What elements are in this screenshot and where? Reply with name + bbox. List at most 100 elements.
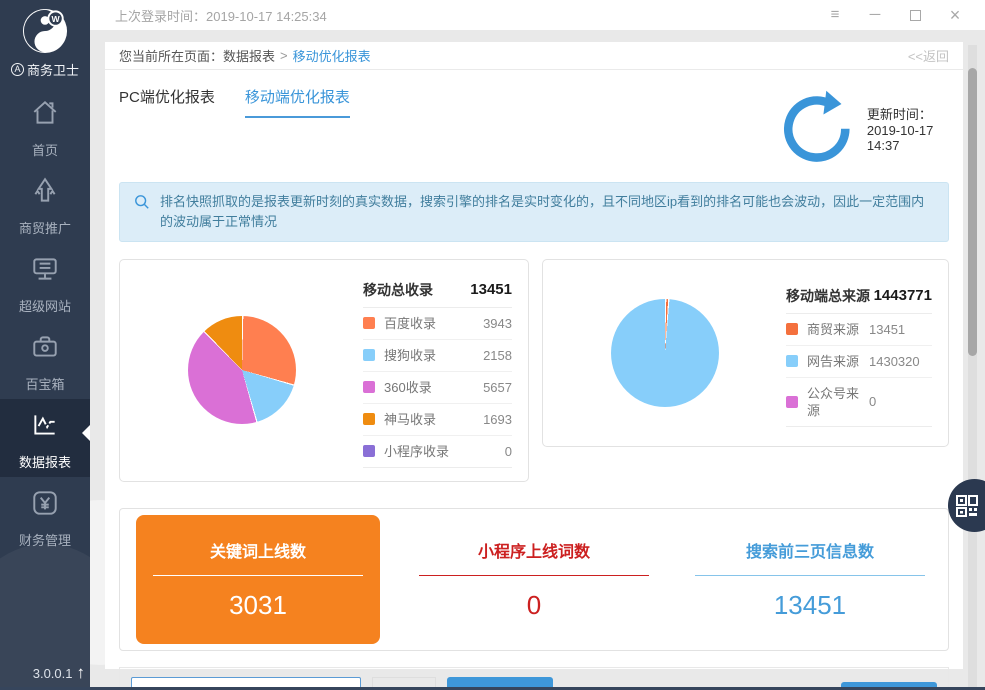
sidebar-item-promotion[interactable]: 商贸推广 — [0, 165, 90, 243]
query-button[interactable]: 查询 — [372, 677, 436, 690]
mobile-index-chart-card: 移动总收录 13451 百度收录3943搜狗收录2158360收录5657神马收… — [119, 259, 529, 482]
legend-swatch — [363, 317, 375, 329]
tabs-row: PC端优化报表 移动端优化报表 更新时间：2019-10-17 14:37 — [119, 86, 949, 172]
legend-value: 0 — [505, 444, 512, 459]
stat-value: 13451 — [774, 590, 846, 621]
legend-item: 神马收录1693 — [363, 404, 512, 436]
tab-pc-report[interactable]: PC端优化报表 — [119, 86, 215, 118]
svg-text:W: W — [51, 14, 60, 24]
sidebar: W A 商务卫士 首页 商贸推广 — [0, 0, 90, 690]
legend-item: 360收录5657 — [363, 372, 512, 404]
legend-value: 1693 — [483, 412, 512, 427]
toolbox-icon — [30, 332, 60, 362]
legend-value: 2158 — [483, 348, 512, 363]
update-time: 更新时间：2019-10-17 14:37 — [867, 104, 949, 153]
monitor-icon — [30, 254, 60, 284]
app-logo: W A 商务卫士 — [0, 0, 90, 79]
back-link[interactable]: <<返回 — [908, 46, 949, 65]
legend-title: 移动总收录 — [363, 280, 433, 300]
refresh-button[interactable]: 更新时间：2019-10-17 14:37 — [774, 86, 949, 172]
legend-swatch — [363, 381, 375, 393]
promotion-arrows-icon — [30, 176, 60, 206]
legend-swatch — [363, 349, 375, 361]
mobile-index-legend: 移动总收录 13451 百度收录3943搜狗收录2158360收录5657神马收… — [363, 273, 512, 468]
logo-icon: W — [22, 8, 68, 54]
chart-line-icon — [30, 410, 60, 440]
legend-total: 1443771 — [874, 287, 932, 304]
legend-label: 神马收录 — [384, 411, 483, 428]
sidebar-item-label: 首页 — [0, 140, 90, 159]
legend-swatch — [786, 355, 798, 367]
legend-label: 网告来源 — [807, 353, 869, 370]
scrollbar-track[interactable] — [968, 45, 977, 687]
legend-label: 小程序收录 — [384, 443, 505, 460]
legend-value: 5657 — [483, 380, 512, 395]
stat-value: 0 — [527, 590, 541, 621]
stat-keywords-online: 关键词上线数 3031 — [120, 509, 396, 650]
stat-divider — [419, 575, 649, 576]
legend-label: 公众号来源 — [807, 385, 869, 419]
last-login-time: 上次登录时间：2019-10-17 14:25:34 — [115, 6, 327, 25]
update-arrow-icon[interactable]: ↑ — [77, 663, 86, 683]
main-area: 上次登录时间：2019-10-17 14:25:34 ≡ ─ × 您当前所在页面… — [90, 0, 985, 687]
stat-label: 搜索前三页信息数 — [746, 538, 874, 562]
search-icon — [134, 194, 150, 210]
mobile-source-pie-chart — [611, 299, 719, 407]
legend-swatch — [363, 413, 375, 425]
sidebar-item-data-reports[interactable]: 数据报表 — [0, 399, 90, 477]
legend-item: 搜狗收录2158 — [363, 340, 512, 372]
legend-total: 13451 — [470, 281, 512, 298]
legend-label: 搜狗收录 — [384, 347, 483, 364]
legend-item: 商贸来源13451 — [786, 314, 932, 346]
sidebar-item-home[interactable]: 首页 — [0, 87, 90, 165]
legend-swatch — [786, 323, 798, 335]
breadcrumb-current[interactable]: 移动优化报表 — [293, 46, 371, 65]
sidebar-item-label: 超级网站 — [0, 296, 90, 315]
brand-badge-icon: A — [11, 63, 24, 76]
view-report-button[interactable]: 查看报表 — [841, 682, 937, 690]
sidebar-item-label: 百宝箱 — [0, 374, 90, 393]
stats-card: 关键词上线数 3031 小程序上线词数 0 搜索前三页信息数 — [119, 508, 949, 651]
keyword-input[interactable] — [131, 677, 361, 690]
stat-divider — [153, 575, 363, 576]
content-panel: 您当前所在页面：数据报表 > 移动优化报表 <<返回 PC端优化报表 移动端优化… — [105, 42, 963, 669]
legend-item: 网告来源1430320 — [786, 346, 932, 378]
menu-icon[interactable]: ≡ — [815, 0, 855, 30]
legend-item: 小程序收录0 — [363, 436, 512, 468]
keyword-search-bar: 查询 管理关键词 查看报表 — [119, 667, 949, 690]
manage-keywords-button[interactable]: 管理关键词 — [447, 677, 553, 690]
titlebar: 上次登录时间：2019-10-17 14:25:34 ≡ ─ × — [90, 0, 985, 30]
stat-value: 3031 — [229, 590, 287, 621]
notice-banner: 排名快照抓取的是报表更新时刻的真实数据，搜索引擎的排名是实时变化的，且不同地区i… — [119, 182, 949, 242]
legend-value: 3943 — [483, 316, 512, 331]
stat-divider — [695, 575, 925, 576]
stat-top3-pages-info: 搜索前三页信息数 13451 — [672, 509, 948, 650]
legend-title: 移动端总来源 — [786, 286, 870, 306]
legend-label: 百度收录 — [384, 315, 483, 332]
legend-item: 公众号来源0 — [786, 378, 932, 427]
breadcrumb-prefix: 您当前所在页面：数据报表 — [119, 46, 275, 65]
mobile-index-pie-chart — [188, 316, 296, 424]
app-window: W A 商务卫士 首页 商贸推广 — [0, 0, 985, 690]
legend-value: 1430320 — [869, 354, 920, 369]
refresh-icon — [774, 86, 860, 172]
legend-swatch — [786, 396, 798, 408]
sidebar-item-toolbox[interactable]: 百宝箱 — [0, 321, 90, 399]
app-version: 3.0.0.1 — [33, 666, 73, 681]
maximize-icon[interactable] — [895, 0, 935, 30]
close-icon[interactable]: × — [935, 0, 975, 30]
sidebar-item-website[interactable]: 超级网站 — [0, 243, 90, 321]
breadcrumb-separator: > — [280, 48, 288, 63]
tab-mobile-report[interactable]: 移动端优化报表 — [245, 86, 350, 118]
breadcrumb: 您当前所在页面：数据报表 > 移动优化报表 <<返回 — [105, 42, 963, 70]
mobile-source-chart-card: 移动端总来源 1443771 商贸来源13451网告来源1430320公众号来源… — [542, 259, 949, 447]
stat-miniprogram-words: 小程序上线词数 0 — [396, 509, 672, 650]
mobile-source-legend: 移动端总来源 1443771 商贸来源13451网告来源1430320公众号来源… — [786, 279, 932, 427]
minimize-icon[interactable]: ─ — [855, 0, 895, 30]
legend-label: 360收录 — [384, 379, 483, 396]
scrollbar-thumb[interactable] — [968, 68, 977, 356]
legend-swatch — [363, 445, 375, 457]
sidebar-nav: 首页 商贸推广 超级网站 百宝箱 — [0, 87, 90, 555]
legend-label: 商贸来源 — [807, 321, 869, 338]
yen-square-icon — [30, 488, 60, 518]
